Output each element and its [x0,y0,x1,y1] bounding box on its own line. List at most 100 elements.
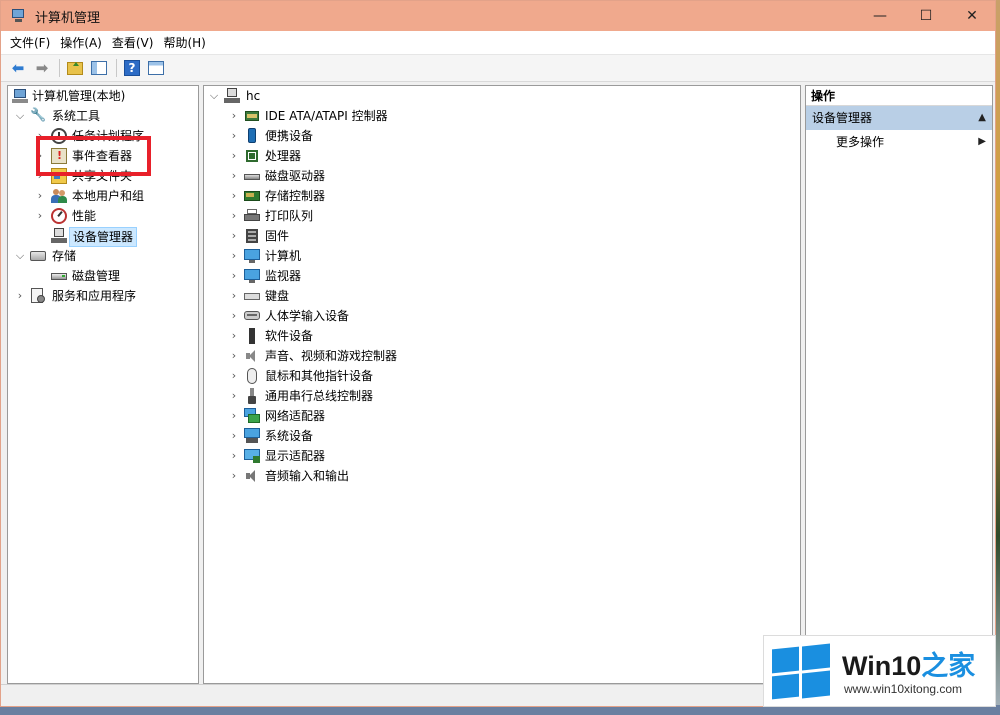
device-category[interactable]: › 键盘 [204,286,800,306]
chevron-right-icon[interactable]: › [228,386,240,406]
collapse-up-icon[interactable]: ▲ [978,106,986,130]
disk-management-icon [51,268,67,284]
device-category[interactable]: › 存储控制器 [204,186,800,206]
monitor-icon [244,268,260,284]
device-category-label: 系统设备 [265,429,314,443]
device-category[interactable]: › 固件 [204,226,800,246]
tools-icon: 🔧 [30,108,47,123]
computer-icon [12,88,28,104]
menu-file[interactable]: 文件(F) [5,31,55,55]
close-button[interactable]: ✕ [949,1,995,31]
tree-item-storage[interactable]: ⌵ 存储 [8,246,198,266]
firmware-icon [244,228,260,244]
highlight-annotation-box [36,136,151,176]
storage-icon [30,248,46,264]
chevron-right-icon[interactable]: › [34,186,46,206]
tree-item-performance[interactable]: › 性能 [8,206,198,226]
chevron-right-icon[interactable]: › [228,246,240,266]
device-category[interactable]: › 通用串行总线控制器 [204,386,800,406]
device-category[interactable]: › 鼠标和其他指针设备 [204,366,800,386]
tree-item-disk-management[interactable]: 磁盘管理 [8,266,198,286]
tree-label: 性能 [72,209,97,223]
device-manager-icon [51,228,67,244]
device-root[interactable]: ⌵ hc [204,86,800,106]
chevron-right-icon[interactable]: › [228,426,240,446]
up-folder-icon [67,61,83,75]
device-category[interactable]: › 打印队列 [204,206,800,226]
watermark-url: www.win10xitong.com [844,682,963,696]
chevron-right-icon[interactable]: › [228,126,240,146]
device-category[interactable]: › 软件设备 [204,326,800,346]
device-category[interactable]: › 声音、视频和游戏控制器 [204,346,800,366]
chevron-right-icon[interactable]: › [228,366,240,386]
watermark-logo: Win10之家 www.win10xitong.com [763,635,996,707]
title-bar[interactable]: 计算机管理 — ☐ ✕ [1,1,995,31]
action-section-label: 设备管理器 [812,111,873,125]
tree-item-services-apps[interactable]: › 服务和应用程序 [8,286,198,306]
minimize-button[interactable]: — [857,1,903,31]
forward-arrow-icon[interactable]: ➡ [31,57,53,79]
chevron-right-icon[interactable]: › [14,286,26,306]
chevron-right-icon[interactable]: › [228,406,240,426]
chevron-right-icon[interactable]: › [228,166,240,186]
tree-label: 磁盘管理 [72,269,121,283]
device-list[interactable]: ⌵ hc › IDE ATA/ATAPI 控制器 › 便携设备 › 处理器 › 磁盘驱动器 › 存… [203,85,801,684]
device-category-label: 显示适配器 [265,449,326,463]
keyboard-icon [244,288,260,304]
action-pane-icon [148,61,164,75]
ide-controller-icon [244,108,260,124]
device-category-label: 网络适配器 [265,409,326,423]
chevron-right-icon[interactable]: › [228,206,240,226]
device-category[interactable]: › 监视器 [204,266,800,286]
chevron-right-icon[interactable]: › [228,346,240,366]
device-category[interactable]: › 音频输入和输出 [204,466,800,486]
device-category-label: 鼠标和其他指针设备 [265,369,374,383]
chevron-right-icon[interactable]: › [228,106,240,126]
tree-item-local-users[interactable]: › 本地用户和组 [8,186,198,206]
chevron-right-icon[interactable]: › [228,286,240,306]
chevron-right-icon[interactable]: › [34,206,46,226]
chevron-right-icon[interactable]: › [228,306,240,326]
usb-icon [244,388,260,404]
show-hide-tree-button[interactable] [88,57,110,79]
help-button[interactable]: ? [121,57,143,79]
action-more-actions[interactable]: 更多操作 ▶ [806,130,992,154]
device-category[interactable]: › 处理器 [204,146,800,166]
chevron-down-icon[interactable]: ⌵ [14,106,26,126]
maximize-button[interactable]: ☐ [903,1,949,31]
menu-bar: 文件(F) 操作(A) 查看(V) 帮助(H) [1,31,995,55]
chevron-right-icon[interactable]: › [228,266,240,286]
chevron-right-icon[interactable]: › [228,446,240,466]
device-category[interactable]: › 网络适配器 [204,406,800,426]
device-category[interactable]: › 人体学输入设备 [204,306,800,326]
device-category[interactable]: › IDE ATA/ATAPI 控制器 [204,106,800,126]
menu-view[interactable]: 查看(V) [107,31,159,55]
menu-help[interactable]: 帮助(H) [158,31,210,55]
device-category-label: IDE ATA/ATAPI 控制器 [265,109,388,123]
show-action-pane-button[interactable] [145,57,167,79]
tree-item-system-tools[interactable]: ⌵ 🔧 系统工具 [8,106,198,126]
toolbar-separator [116,59,117,77]
software-device-icon [244,328,260,344]
chevron-right-icon[interactable]: › [228,146,240,166]
menu-action[interactable]: 操作(A) [55,31,107,55]
up-folder-button[interactable] [64,57,86,79]
tree-item-root[interactable]: 计算机管理(本地) [8,86,198,106]
chevron-down-icon[interactable]: ⌵ [14,246,26,266]
chevron-right-icon[interactable]: › [228,226,240,246]
computer-name: hc [246,89,261,103]
device-category[interactable]: › 磁盘驱动器 [204,166,800,186]
tree-item-device-manager[interactable]: 设备管理器 [8,226,198,247]
chevron-right-icon[interactable]: › [228,186,240,206]
device-category-label: 处理器 [265,149,302,163]
device-category[interactable]: › 便携设备 [204,126,800,146]
device-category[interactable]: › 显示适配器 [204,446,800,466]
chevron-right-icon[interactable]: › [228,326,240,346]
chevron-right-icon[interactable]: › [228,466,240,486]
device-category[interactable]: › 系统设备 [204,426,800,446]
back-arrow-icon[interactable]: ⬅ [7,57,29,79]
window-title: 计算机管理 [35,10,101,26]
action-section-device-manager[interactable]: 设备管理器 ▲ [806,106,992,130]
chevron-down-icon[interactable]: ⌵ [208,86,220,106]
device-category[interactable]: › 计算机 [204,246,800,266]
